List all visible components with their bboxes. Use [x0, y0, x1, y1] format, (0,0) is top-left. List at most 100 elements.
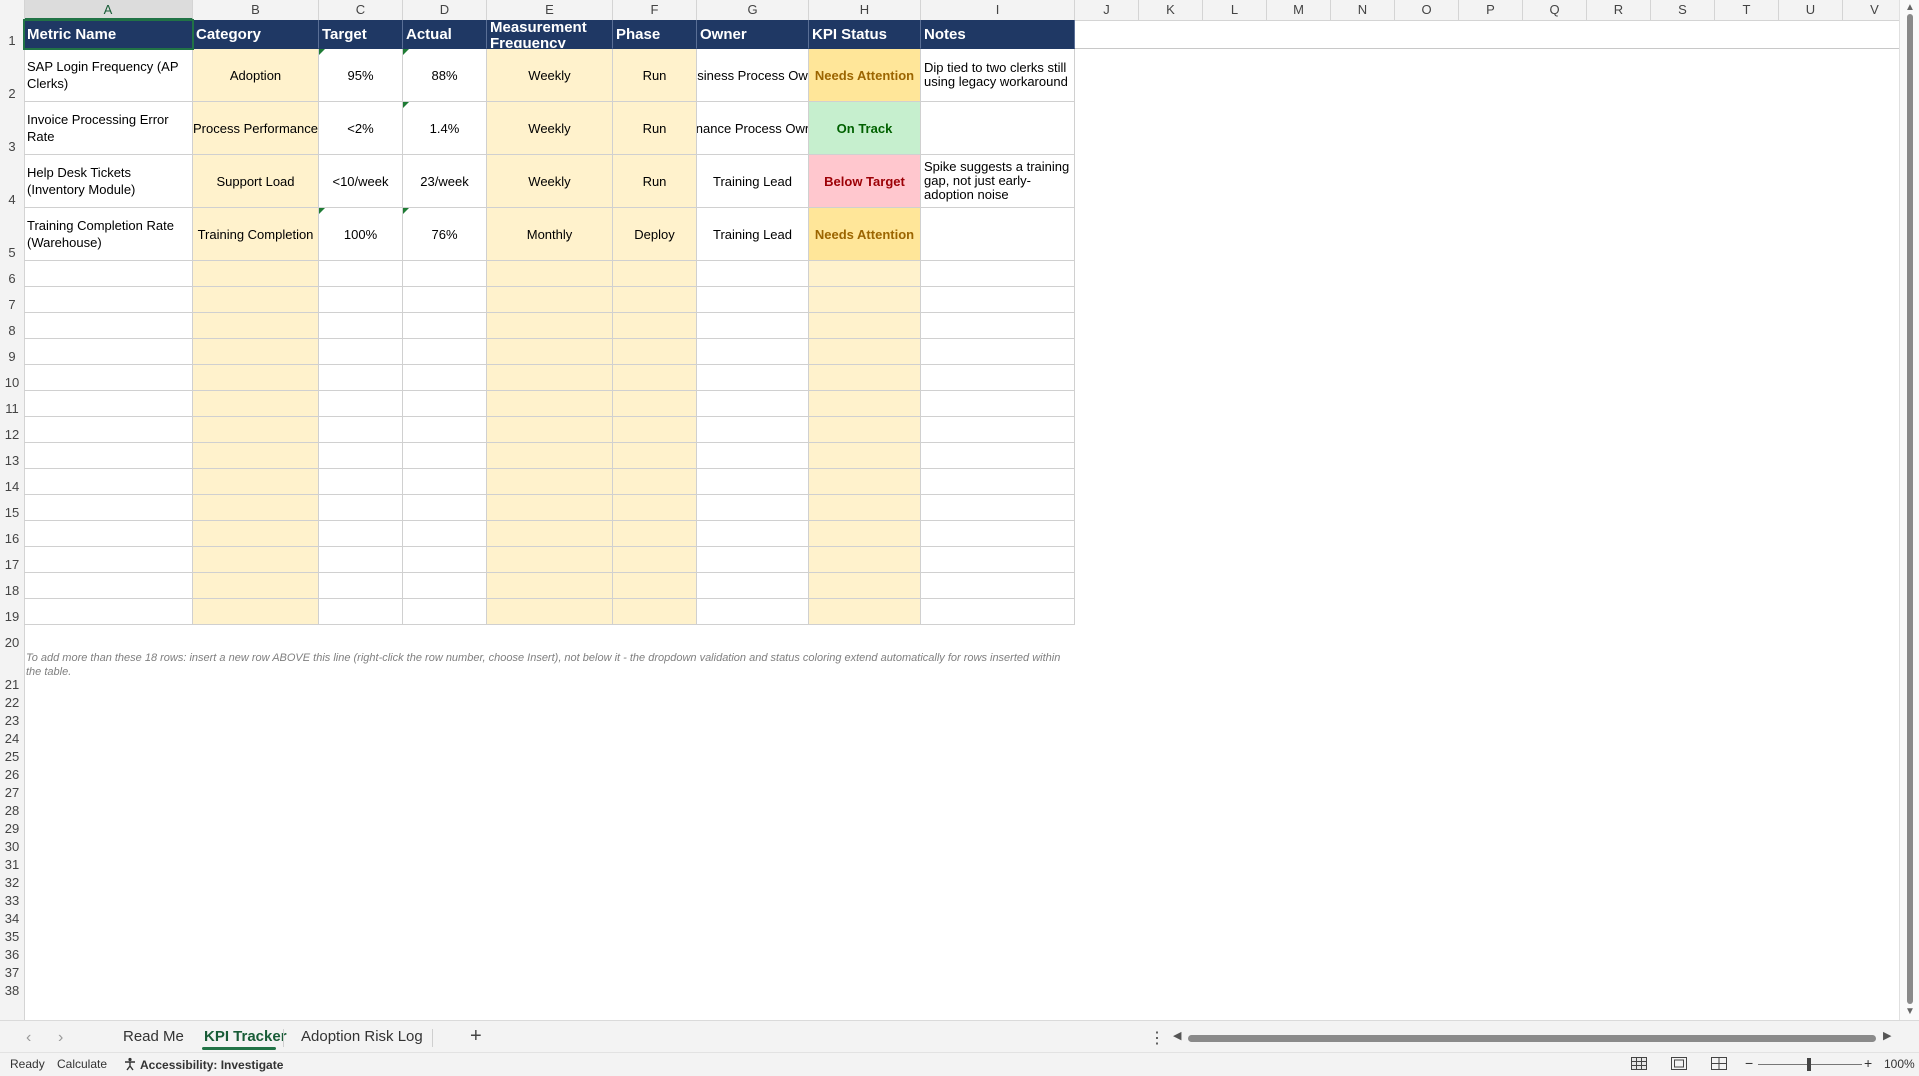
kpi-cell-frequency[interactable]: Weekly [487, 155, 613, 208]
scroll-up-icon[interactable]: ▲ [1904, 2, 1916, 13]
empty-table-cell[interactable] [809, 521, 921, 547]
empty-table-cell[interactable] [24, 313, 193, 339]
row-header-1[interactable]: 1 [0, 20, 24, 49]
kpi-cell-owner[interactable]: Training Lead [697, 155, 809, 208]
kpi-cell-owner[interactable]: nance Process Owr [697, 102, 809, 155]
row-header-22[interactable]: 22 [0, 693, 24, 711]
tab-read-me[interactable]: Read Me [123, 1028, 184, 1045]
row-header-11[interactable]: 11 [0, 391, 24, 417]
column-header-f[interactable]: F [613, 0, 697, 20]
empty-table-cell[interactable] [487, 417, 613, 443]
empty-table-cell[interactable] [193, 261, 319, 287]
empty-table-cell[interactable] [193, 573, 319, 599]
empty-table-cell[interactable] [809, 547, 921, 573]
empty-table-cell[interactable] [613, 599, 697, 625]
row-header-10[interactable]: 10 [0, 365, 24, 391]
zoom-out-icon[interactable]: − [1745, 1055, 1753, 1071]
kpi-cell-notes[interactable]: Spike suggests a training gap, not just … [921, 155, 1075, 208]
empty-table-cell[interactable] [24, 391, 193, 417]
row-header-4[interactable]: 4 [0, 155, 24, 208]
empty-table-cell[interactable] [697, 469, 809, 495]
empty-table-cell[interactable] [697, 599, 809, 625]
empty-table-cell[interactable] [24, 599, 193, 625]
empty-table-cell[interactable] [613, 365, 697, 391]
kpi-cell-phase[interactable]: Deploy [613, 208, 697, 261]
column-header-i[interactable]: I [921, 0, 1075, 20]
column-header-l[interactable]: L [1203, 0, 1267, 20]
empty-table-cell[interactable] [319, 469, 403, 495]
scroll-down-icon[interactable]: ▼ [1904, 1006, 1916, 1017]
empty-table-cell[interactable] [319, 417, 403, 443]
empty-table-cell[interactable] [403, 261, 487, 287]
column-header-p[interactable]: P [1459, 0, 1523, 20]
kpi-cell-frequency[interactable]: Monthly [487, 208, 613, 261]
row-header-18[interactable]: 18 [0, 573, 24, 599]
row-header-37[interactable]: 37 [0, 963, 24, 981]
instruction-note[interactable]: To add more than these 18 rows: insert a… [26, 651, 1071, 679]
empty-table-cell[interactable] [24, 521, 193, 547]
empty-table-cell[interactable] [613, 495, 697, 521]
empty-table-cell[interactable] [697, 391, 809, 417]
empty-table-cell[interactable] [613, 469, 697, 495]
empty-table-cell[interactable] [487, 287, 613, 313]
kpi-cell-target[interactable]: 100% [319, 208, 403, 261]
empty-table-cell[interactable] [921, 417, 1075, 443]
empty-table-cell[interactable] [319, 495, 403, 521]
zoom-level[interactable]: 100% [1884, 1057, 1915, 1071]
row-header-24[interactable]: 24 [0, 729, 24, 747]
kpi-cell-phase[interactable]: Run [613, 102, 697, 155]
empty-table-cell[interactable] [921, 547, 1075, 573]
header-measurement-frequency[interactable]: Measurement Frequency [487, 20, 613, 49]
row-header-16[interactable]: 16 [0, 521, 24, 547]
empty-table-cell[interactable] [487, 443, 613, 469]
empty-table-cell[interactable] [487, 573, 613, 599]
empty-table-cell[interactable] [403, 313, 487, 339]
column-header-c[interactable]: C [319, 0, 403, 20]
kpi-cell-actual[interactable]: 23/week [403, 155, 487, 208]
row-header-15[interactable]: 15 [0, 495, 24, 521]
empty-table-cell[interactable] [697, 495, 809, 521]
row-header-17[interactable]: 17 [0, 547, 24, 573]
kpi-cell-actual[interactable]: 76% [403, 208, 487, 261]
empty-table-cell[interactable] [24, 469, 193, 495]
empty-table-cell[interactable] [319, 339, 403, 365]
kpi-cell-frequency[interactable]: Weekly [487, 102, 613, 155]
empty-table-cell[interactable] [487, 391, 613, 417]
empty-table-cell[interactable] [809, 469, 921, 495]
column-header-e[interactable]: E [487, 0, 613, 20]
accessibility-button[interactable]: Accessibility: Investigate [123, 1057, 283, 1072]
column-header-u[interactable]: U [1779, 0, 1843, 20]
row-header-29[interactable]: 29 [0, 819, 24, 837]
empty-table-cell[interactable] [697, 365, 809, 391]
empty-table-cell[interactable] [319, 261, 403, 287]
kpi-cell-owner[interactable]: siness Process Ow [697, 49, 809, 102]
page-layout-view-icon[interactable] [1671, 1057, 1687, 1070]
empty-table-cell[interactable] [921, 339, 1075, 365]
tab-kpi-tracker[interactable]: KPI Tracker [204, 1028, 287, 1045]
kpi-cell-status[interactable]: On Track [809, 102, 921, 155]
header-kpi-status[interactable]: KPI Status [809, 20, 921, 49]
kpi-cell-owner[interactable]: Training Lead [697, 208, 809, 261]
empty-table-cell[interactable] [193, 417, 319, 443]
empty-table-cell[interactable] [809, 313, 921, 339]
empty-table-cell[interactable] [921, 287, 1075, 313]
select-all-corner[interactable] [0, 0, 25, 20]
row-header-19[interactable]: 19 [0, 599, 24, 625]
row-header-28[interactable]: 28 [0, 801, 24, 819]
empty-table-cell[interactable] [319, 313, 403, 339]
row-header-3[interactable]: 3 [0, 102, 24, 155]
empty-table-cell[interactable] [697, 547, 809, 573]
empty-table-cell[interactable] [403, 339, 487, 365]
row-header-34[interactable]: 34 [0, 909, 24, 927]
empty-table-cell[interactable] [193, 469, 319, 495]
empty-table-cell[interactable] [403, 391, 487, 417]
empty-table-cell[interactable] [613, 417, 697, 443]
empty-table-cell[interactable] [921, 599, 1075, 625]
row-header-35[interactable]: 35 [0, 927, 24, 945]
kpi-cell-phase[interactable]: Run [613, 155, 697, 208]
empty-table-cell[interactable] [487, 599, 613, 625]
empty-table-cell[interactable] [697, 573, 809, 599]
empty-table-cell[interactable] [193, 547, 319, 573]
header-owner[interactable]: Owner [697, 20, 809, 49]
empty-table-cell[interactable] [403, 287, 487, 313]
